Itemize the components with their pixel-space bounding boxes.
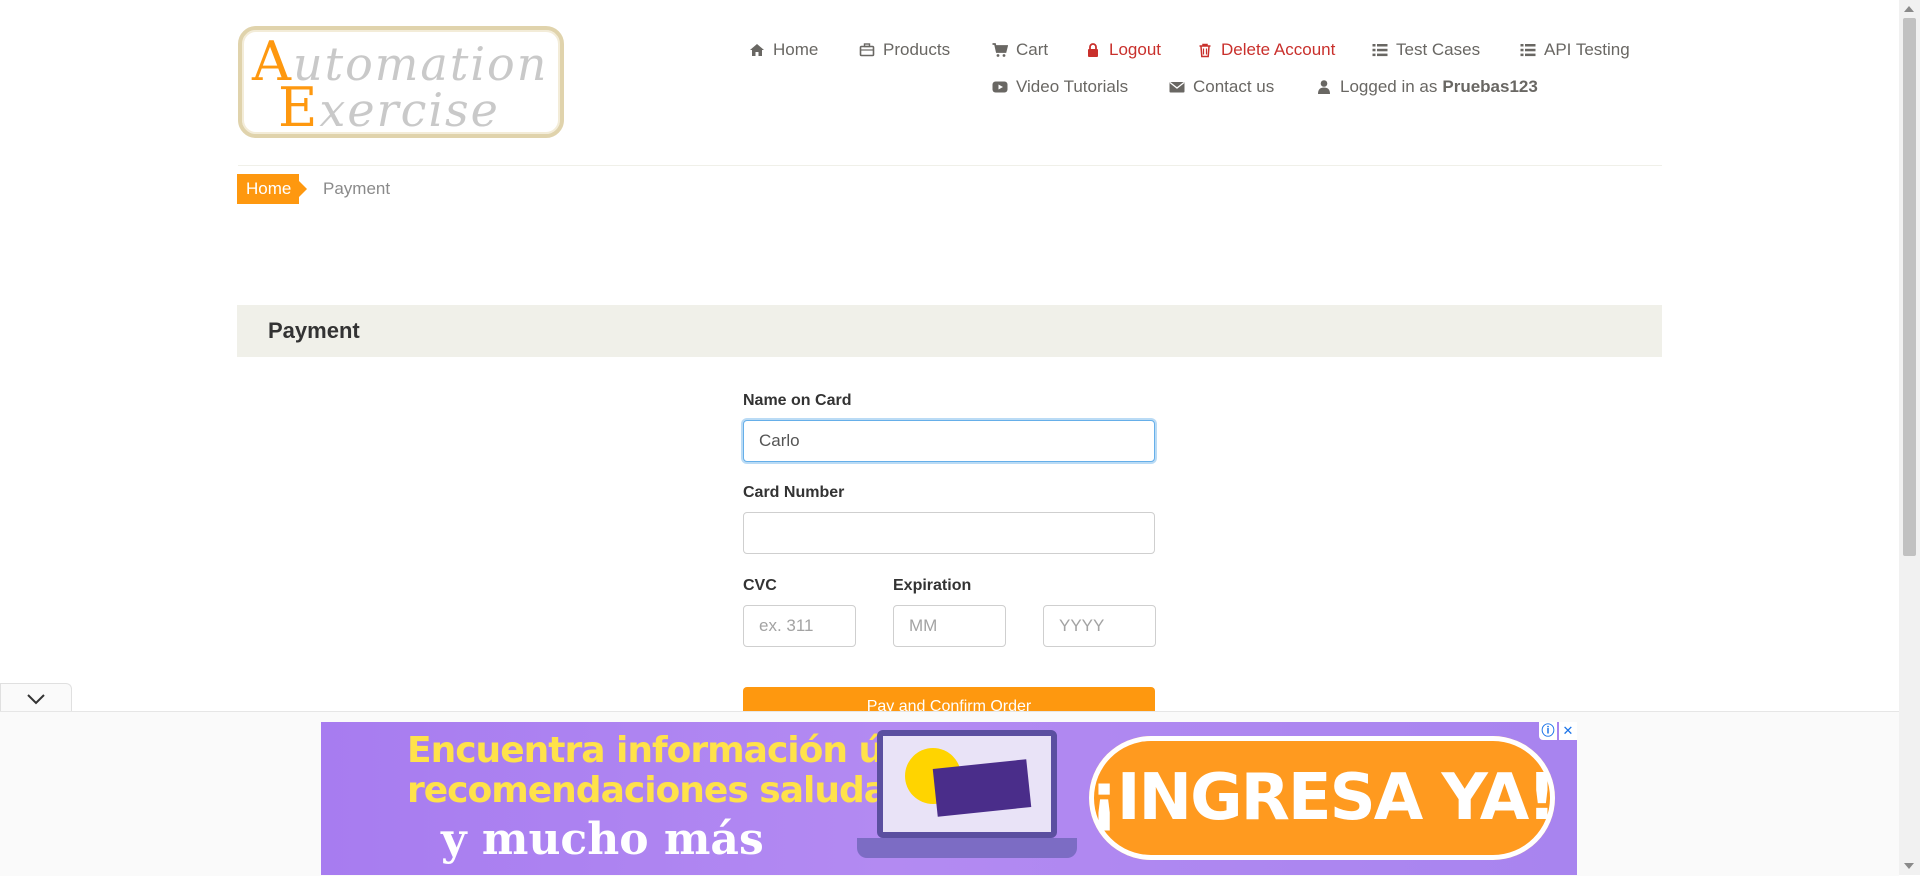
logged-in-prefix: Logged in as xyxy=(1340,77,1438,96)
ad-close-icon[interactable]: ✕ xyxy=(1559,722,1577,740)
home-icon xyxy=(750,44,764,56)
nav-api-testing-label: API Testing xyxy=(1544,40,1630,59)
name-on-card-label: Name on Card xyxy=(743,392,852,409)
name-on-card-input[interactable] xyxy=(743,420,1155,462)
list-icon xyxy=(1372,44,1388,57)
nav-delete-account-label: Delete Account xyxy=(1221,40,1336,59)
page: Automation Exercise Home Products Cart L… xyxy=(0,0,1899,876)
page-scrollbar[interactable] xyxy=(1899,0,1920,875)
expiration-year-input[interactable] xyxy=(1043,605,1156,647)
ad-line-1: Encuentra información útil, xyxy=(407,730,936,771)
nav-logout[interactable]: Logout xyxy=(1085,40,1161,60)
payment-heading-bar: Payment xyxy=(237,305,1662,357)
list-icon xyxy=(1520,44,1536,57)
scrollbar-thumb[interactable] xyxy=(1903,18,1916,556)
ad-badge xyxy=(932,759,1032,817)
expiration-label: Expiration xyxy=(893,577,972,594)
nav-test-cases-label: Test Cases xyxy=(1396,40,1481,59)
youtube-play-icon xyxy=(992,81,1008,93)
card-number-label: Card Number xyxy=(743,484,845,501)
nav-test-cases[interactable]: Test Cases xyxy=(1372,40,1480,60)
lock-icon xyxy=(1088,43,1098,57)
logo-line-2: Exercise xyxy=(278,76,500,139)
expiration-month-input[interactable] xyxy=(893,605,1006,647)
nav-video-tutorials[interactable]: Video Tutorials xyxy=(992,77,1128,97)
header-divider xyxy=(238,165,1662,166)
ad-collapse-toggle[interactable] xyxy=(0,683,72,712)
nav-cart-label: Cart xyxy=(1016,40,1049,59)
nav-products[interactable]: Products xyxy=(859,40,950,60)
nav-api-testing[interactable]: API Testing xyxy=(1520,40,1630,60)
cvc-input[interactable] xyxy=(743,605,856,647)
logged-in-status: Logged in as Pruebas123 xyxy=(1316,77,1538,97)
envelope-icon xyxy=(1169,81,1185,93)
ad-banner[interactable]: Encuentra información útil, recomendacio… xyxy=(321,722,1577,875)
nav-contact-us[interactable]: Contact us xyxy=(1169,77,1274,97)
nav-home-label: Home xyxy=(773,40,819,59)
nav-products-label: Products xyxy=(883,40,951,59)
scroll-up-icon[interactable] xyxy=(1904,6,1914,12)
ad-info-icon[interactable]: ⓘ xyxy=(1539,722,1557,740)
logo-text-2: xercise xyxy=(319,83,500,137)
breadcrumb-home[interactable]: Home xyxy=(237,174,307,204)
logo-initial-e: E xyxy=(278,76,320,139)
nav-contact-us-label: Contact us xyxy=(1193,77,1275,96)
briefcase-icon xyxy=(859,43,875,57)
trash-icon xyxy=(1199,43,1211,58)
breadcrumb-current: Payment xyxy=(323,179,391,198)
site-logo[interactable]: Automation Exercise xyxy=(238,26,564,139)
ad-cta-button[interactable]: ¡INGRESA YA! xyxy=(1089,736,1556,860)
nav-delete-account[interactable]: Delete Account xyxy=(1197,40,1335,60)
logged-in-username: Pruebas123 xyxy=(1442,77,1538,96)
nav-home[interactable]: Home xyxy=(749,40,818,60)
page-title: Payment xyxy=(268,318,360,343)
nav-logout-label: Logout xyxy=(1109,40,1161,59)
cvc-label: CVC xyxy=(743,577,777,594)
nav-cart[interactable]: Cart xyxy=(992,40,1048,60)
user-icon xyxy=(1318,80,1330,94)
scroll-down-icon[interactable] xyxy=(1904,863,1914,869)
shopping-cart-icon xyxy=(992,43,1008,57)
chevron-down-icon xyxy=(27,694,45,705)
ad-line-3: y mucho más xyxy=(441,814,764,865)
ad-laptop-base xyxy=(857,838,1077,858)
card-number-input[interactable] xyxy=(743,512,1155,554)
nav-video-tutorials-label: Video Tutorials xyxy=(1016,77,1129,96)
